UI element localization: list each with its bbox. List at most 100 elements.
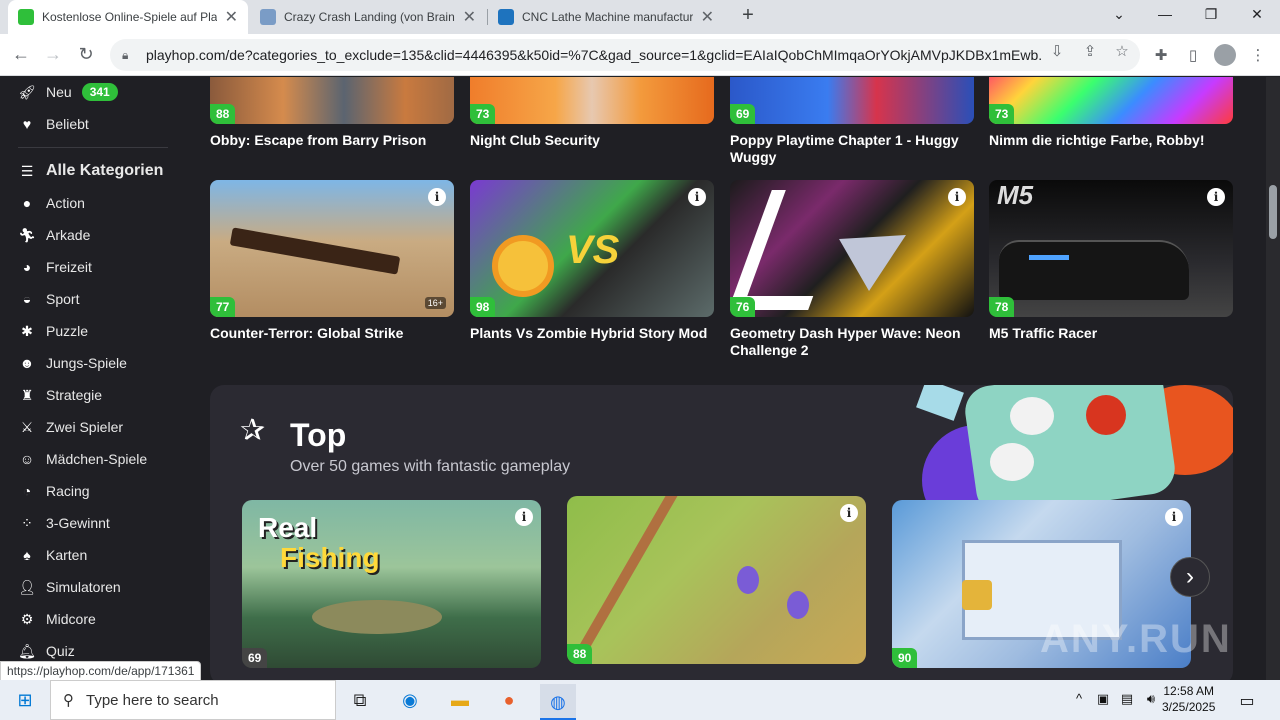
scrollbar-thumb[interactable] xyxy=(1269,185,1277,239)
sidebar-item-zwei-spieler[interactable]: ⚔ Zwei Spieler xyxy=(18,413,123,441)
close-tab-icon[interactable]: ✕ xyxy=(701,7,714,27)
game-thumbnail: i 76 xyxy=(730,180,974,317)
egg-shape xyxy=(787,591,809,619)
rating-badge: 77 xyxy=(210,297,236,317)
girl-face-icon: ☺ xyxy=(19,451,35,467)
info-icon[interactable]: i xyxy=(840,504,858,522)
top-game-card-farm[interactable]: i 88 xyxy=(567,496,866,664)
sidebar-item-maedchen-spiele[interactable]: ☺ Mädchen-Spiele xyxy=(18,445,147,473)
sidebar-item-midcore[interactable]: ⚙ Midcore xyxy=(18,605,96,633)
sidebar-item-label: Neu xyxy=(46,84,72,100)
game-card[interactable]: 73 Night Club Security xyxy=(470,77,714,149)
game-title: M5 Traffic Racer xyxy=(989,325,1098,341)
sidebar-item-karten[interactable]: ♠ Karten xyxy=(18,541,87,569)
info-icon[interactable]: i xyxy=(428,188,446,206)
game-card[interactable]: 16+ i 77 Counter-Terror: Global Strike xyxy=(210,180,454,342)
network-icon[interactable]: ▤ xyxy=(1118,691,1136,707)
treasure-shape xyxy=(962,580,992,610)
sidebar-item-arkade[interactable]: 🏃︎ Arkade xyxy=(18,221,90,249)
rating-badge: 69 xyxy=(730,104,756,124)
tab-search-chevron-icon[interactable]: ⌄ xyxy=(1107,6,1131,23)
tray-chevron-icon[interactable]: ^ xyxy=(1070,691,1088,706)
notifications-icon[interactable]: ▭ xyxy=(1238,691,1256,711)
info-icon[interactable]: i xyxy=(1165,508,1183,526)
real-fishing-logo-line2: Fishing xyxy=(280,542,380,573)
taskbar-search-box[interactable]: ⚲ Type here to search xyxy=(50,680,336,720)
rating-badge: 69 xyxy=(242,648,268,668)
info-icon[interactable]: i xyxy=(948,188,966,206)
sidebar-all-categories[interactable]: ☰ Alle Kategorien xyxy=(18,157,164,185)
file-explorer-icon[interactable]: ▬ xyxy=(447,688,473,712)
back-icon[interactable]: ← xyxy=(10,44,32,65)
sidebar-divider xyxy=(18,147,168,148)
controller-button-decoration xyxy=(1010,397,1054,435)
new-tab-button[interactable]: + xyxy=(738,4,758,27)
rating-badge: 90 xyxy=(892,648,918,668)
top-game-card-fishing[interactable]: Real Fishing i 69 xyxy=(242,500,541,668)
reload-icon[interactable]: ↻ xyxy=(75,44,97,65)
info-icon[interactable]: i xyxy=(1207,188,1225,206)
sidebar-item-neu[interactable]: 🚀︎ Neu 341 xyxy=(18,78,118,106)
rating-badge: 98 xyxy=(470,297,496,317)
profile-avatar[interactable] xyxy=(1214,44,1236,66)
game-card[interactable]: i 76 Geometry Dash Hyper Wave: Neon Chal… xyxy=(730,180,974,359)
task-view-icon[interactable]: ⧉ xyxy=(347,688,373,712)
volume-icon[interactable]: 🔊︎ xyxy=(1142,691,1160,707)
close-window-icon[interactable]: ✕ xyxy=(1245,6,1269,23)
sport-icon: ◒ xyxy=(22,291,32,307)
page-scrollbar[interactable] xyxy=(1266,77,1280,680)
forward-icon[interactable]: → xyxy=(42,44,64,65)
sidebar-item-jungs-spiele[interactable]: ☻ Jungs-Spiele xyxy=(18,349,127,377)
game-title: Nimm die richtige Farbe, Robby! xyxy=(989,132,1205,148)
rifle-shape xyxy=(229,227,401,275)
sidebar-item-freizeit[interactable]: ◕ Freizeit xyxy=(18,253,92,281)
close-tab-icon[interactable]: ✕ xyxy=(463,7,476,27)
boy-face-icon: ☻ xyxy=(19,355,35,371)
game-card[interactable]: M5 i 78 M5 Traffic Racer xyxy=(989,180,1233,342)
tab-title: Kostenlose Online-Spiele auf Playhop xyxy=(42,10,217,24)
game-thumbnail: 69 xyxy=(730,77,974,124)
chrome-icon[interactable]: ◍ xyxy=(540,684,576,720)
sidebar-item-racing[interactable]: ◔ Racing xyxy=(18,477,90,505)
close-tab-icon[interactable]: ✕ xyxy=(225,7,238,27)
sidebar-item-simulatoren[interactable]: 👤︎ Simulatoren xyxy=(18,573,121,601)
taskbar-clock[interactable]: 12:58 AM 3/25/2025 xyxy=(1162,683,1215,715)
sunflower-shape xyxy=(492,235,554,297)
sidebar-item-puzzle[interactable]: ✱ Puzzle xyxy=(18,317,88,345)
share-icon[interactable]: ⇪ xyxy=(1080,42,1100,60)
sidebar-item-strategie[interactable]: ♜ Strategie xyxy=(18,381,102,409)
address-bar[interactable]: 🔒︎ playhop.com/de?categories_to_exclude=… xyxy=(110,39,1140,71)
tab-cnc-lathe[interactable]: CNC Lathe Machine manufacturer ✕ xyxy=(488,0,724,34)
playhop-favicon-icon xyxy=(18,9,34,25)
side-panel-icon[interactable]: ▯ xyxy=(1183,46,1203,64)
minimize-icon[interactable]: — xyxy=(1153,6,1177,22)
maximize-icon[interactable]: ❐ xyxy=(1199,6,1223,23)
section-subtitle: Over 50 games with fantastic gameplay xyxy=(290,458,571,475)
game-card[interactable]: 69 Poppy Playtime Chapter 1 - Huggy Wugg… xyxy=(730,77,974,166)
game-card[interactable]: 73 Nimm die richtige Farbe, Robby! xyxy=(989,77,1233,149)
firefox-icon[interactable]: ● xyxy=(496,688,522,712)
windows-start-icon[interactable]: ⊞ xyxy=(12,688,38,712)
rating-badge: 76 xyxy=(730,297,756,317)
rating-badge: 78 xyxy=(989,297,1015,317)
bookmark-star-icon[interactable]: ☆ xyxy=(1112,42,1132,60)
sidebar-item-beliebt[interactable]: ♥ Beliebt xyxy=(18,110,89,138)
m5-logo: M5 xyxy=(997,180,1034,210)
sidebar-item-action[interactable]: ● Action xyxy=(18,189,85,217)
carousel-next-button[interactable]: › xyxy=(1170,557,1210,597)
sidebar-item-sport[interactable]: ◒ Sport xyxy=(18,285,80,313)
game-card[interactable]: VS i 98 Plants Vs Zombie Hybrid Story Mo… xyxy=(470,180,714,342)
menu-kebab-icon[interactable]: ⋮ xyxy=(1248,46,1268,64)
game-title: Obby: Escape from Barry Prison xyxy=(210,132,427,148)
extensions-icon[interactable]: ✚ xyxy=(1151,46,1171,64)
info-icon[interactable]: i xyxy=(515,508,533,526)
tray-device-icon[interactable]: ▣ xyxy=(1094,691,1112,707)
tab-crazy-crash[interactable]: Crazy Crash Landing (von Brainium ✕ xyxy=(250,0,486,34)
sidebar-item-3-gewinnt[interactable]: ⁘ 3-Gewinnt xyxy=(18,509,110,537)
game-card[interactable]: 88 Obby: Escape from Barry Prison xyxy=(210,77,454,149)
info-icon[interactable]: i xyxy=(688,188,706,206)
edge-icon[interactable]: ◉ xyxy=(397,688,423,712)
tab-playhop[interactable]: Kostenlose Online-Spiele auf Playhop ✕ xyxy=(8,0,248,34)
game-title: Poppy Playtime Chapter 1 - Huggy Wuggy xyxy=(730,132,959,165)
install-app-icon[interactable]: ⇩ xyxy=(1047,42,1067,60)
